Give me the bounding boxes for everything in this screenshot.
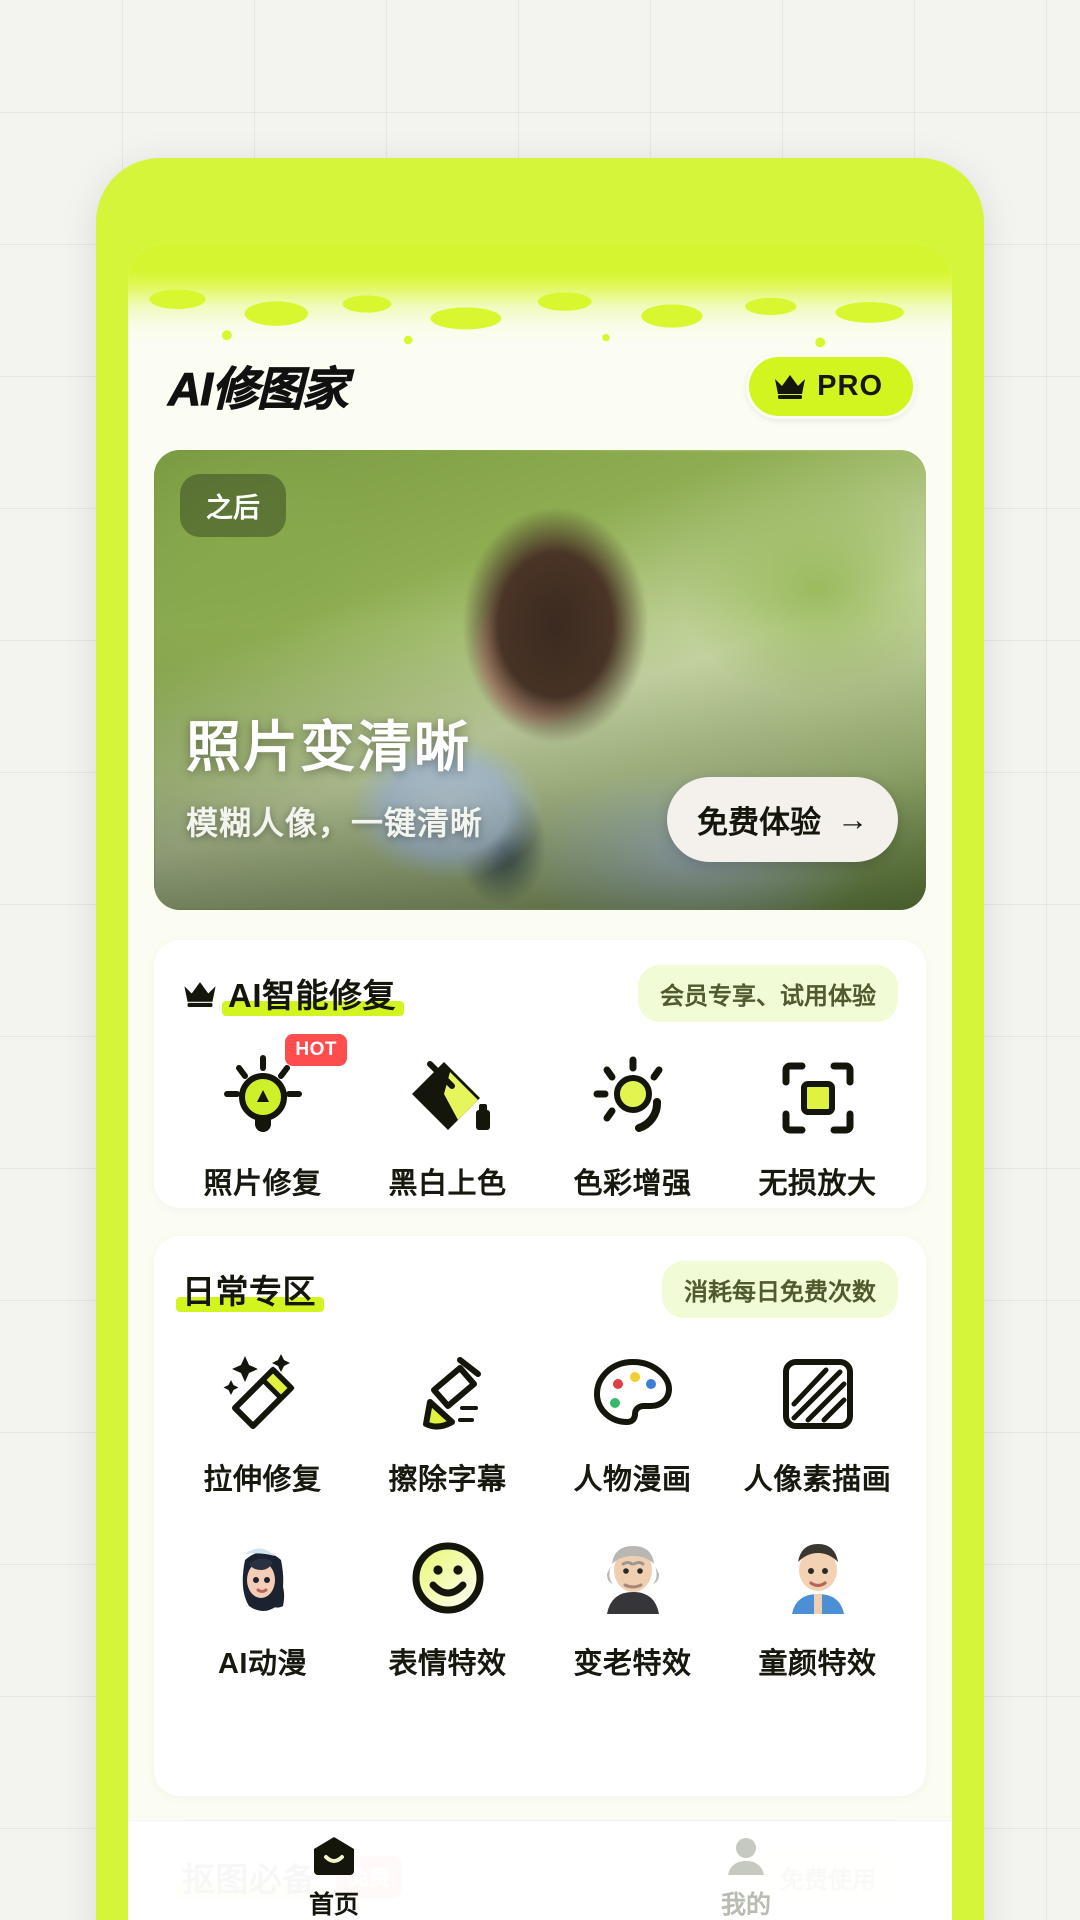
- bottom-tab-bar: 首页 我的: [128, 1820, 952, 1920]
- tab-profile[interactable]: 我的: [540, 1821, 952, 1920]
- feature-color-enhance[interactable]: 色彩增强: [540, 1032, 725, 1216]
- section-tag: 消耗每日免费次数: [662, 1260, 898, 1318]
- old-man-icon: [585, 1530, 681, 1626]
- feature-portrait-comic[interactable]: 人物漫画: [540, 1328, 725, 1512]
- section-header: 日常专区 消耗每日免费次数: [154, 1236, 926, 1318]
- feature-label: 无损放大: [758, 1168, 877, 1200]
- hero-title: 照片变清晰: [186, 716, 472, 778]
- hero-subtitle: 模糊人像，一键清晰: [186, 805, 484, 841]
- feature-label: 擦除字幕: [388, 1464, 507, 1496]
- feature-label: 童颜特效: [758, 1648, 877, 1680]
- magic-wand-icon: [215, 1346, 311, 1442]
- feature-label: 变老特效: [573, 1648, 692, 1680]
- pro-upgrade-button[interactable]: PRO: [746, 353, 916, 419]
- feature-lossless-enlarge[interactable]: 无损放大: [725, 1032, 910, 1216]
- section-header: AI智能修复 会员专享、试用体验: [154, 940, 926, 1022]
- feature-label: 拉伸修复: [203, 1464, 322, 1496]
- arrow-right-icon: →: [837, 801, 868, 837]
- hero-cta-label: 免费体验: [697, 805, 821, 840]
- feature-portrait-sketch[interactable]: 人像素描画: [725, 1328, 910, 1512]
- sun-brightness-icon: [585, 1050, 681, 1146]
- paint-bucket-icon: [400, 1050, 496, 1146]
- hot-badge: HOT: [285, 1034, 347, 1066]
- palette-icon: [585, 1346, 681, 1442]
- feature-ai-anime[interactable]: AI动漫: [170, 1512, 355, 1696]
- feature-label: 表情特效: [388, 1648, 507, 1680]
- anime-portrait-icon: [215, 1530, 311, 1626]
- smiley-icon: [400, 1530, 496, 1626]
- feature-youth-effect[interactable]: 童颜特效: [725, 1512, 910, 1696]
- feature-label: 色彩增强: [573, 1168, 692, 1200]
- feature-erase-subtitle[interactable]: 擦除字幕: [355, 1328, 540, 1512]
- expand-frame-icon: [770, 1050, 866, 1146]
- section-title: 日常专区: [182, 1273, 316, 1310]
- feature-grid: HOT 照片修复 黑白上色 色彩增强 无损放大: [154, 1018, 926, 1216]
- broom-icon: [400, 1346, 496, 1442]
- feature-bw-colorize[interactable]: 黑白上色: [355, 1032, 540, 1216]
- hero-cta-button[interactable]: 免费体验 →: [667, 777, 898, 862]
- feature-stretch-repair[interactable]: 拉伸修复: [170, 1328, 355, 1512]
- feature-label: 黑白上色: [388, 1168, 507, 1200]
- feature-aging-effect[interactable]: 变老特效: [540, 1512, 725, 1696]
- pro-label: PRO: [817, 369, 883, 402]
- app-screen: AI修图家 PRO 之后 照片变清晰 模糊人像，一键清晰 免费体验 → AI智能…: [128, 244, 952, 1920]
- young-boy-icon: [770, 1530, 866, 1626]
- hero-banner[interactable]: 之后 照片变清晰 模糊人像，一键清晰 免费体验 →: [154, 450, 926, 910]
- after-badge: 之后: [180, 474, 286, 537]
- section-tag: 会员专享、试用体验: [638, 964, 898, 1022]
- app-logo: AI修图家: [168, 363, 349, 416]
- feature-label: 人物漫画: [573, 1464, 692, 1496]
- feature-photo-repair[interactable]: HOT 照片修复: [170, 1032, 355, 1216]
- person-icon: [728, 1837, 764, 1875]
- app-header: AI修图家 PRO: [128, 340, 952, 432]
- section-daily: 日常专区 消耗每日免费次数 拉伸修复 擦除字幕 人物漫画 人像素描画 AI动漫 …: [154, 1236, 926, 1796]
- tab-label: 我的: [720, 1890, 771, 1919]
- feature-label: 照片修复: [203, 1168, 322, 1200]
- crown-icon: [775, 375, 806, 399]
- sketch-lines-icon: [770, 1346, 866, 1442]
- feature-expression-effect[interactable]: 表情特效: [355, 1512, 540, 1696]
- crown-icon: [184, 981, 216, 1007]
- feature-grid: 拉伸修复 擦除字幕 人物漫画 人像素描画 AI动漫 表情特效 变老特效 童颜特效: [154, 1314, 926, 1696]
- tab-label: 首页: [308, 1890, 359, 1919]
- tab-home[interactable]: 首页: [128, 1821, 540, 1920]
- home-icon: [314, 1836, 354, 1875]
- section-ai-repair: AI智能修复 会员专享、试用体验 HOT 照片修复 黑白上色 色彩增强 无损放大: [154, 940, 926, 1208]
- section-title: AI智能修复: [228, 977, 396, 1014]
- feature-label: AI动漫: [217, 1648, 307, 1680]
- phone-frame: AI修图家 PRO 之后 照片变清晰 模糊人像，一键清晰 免费体验 → AI智能…: [96, 158, 984, 1920]
- feature-label: 人像素描画: [743, 1464, 892, 1496]
